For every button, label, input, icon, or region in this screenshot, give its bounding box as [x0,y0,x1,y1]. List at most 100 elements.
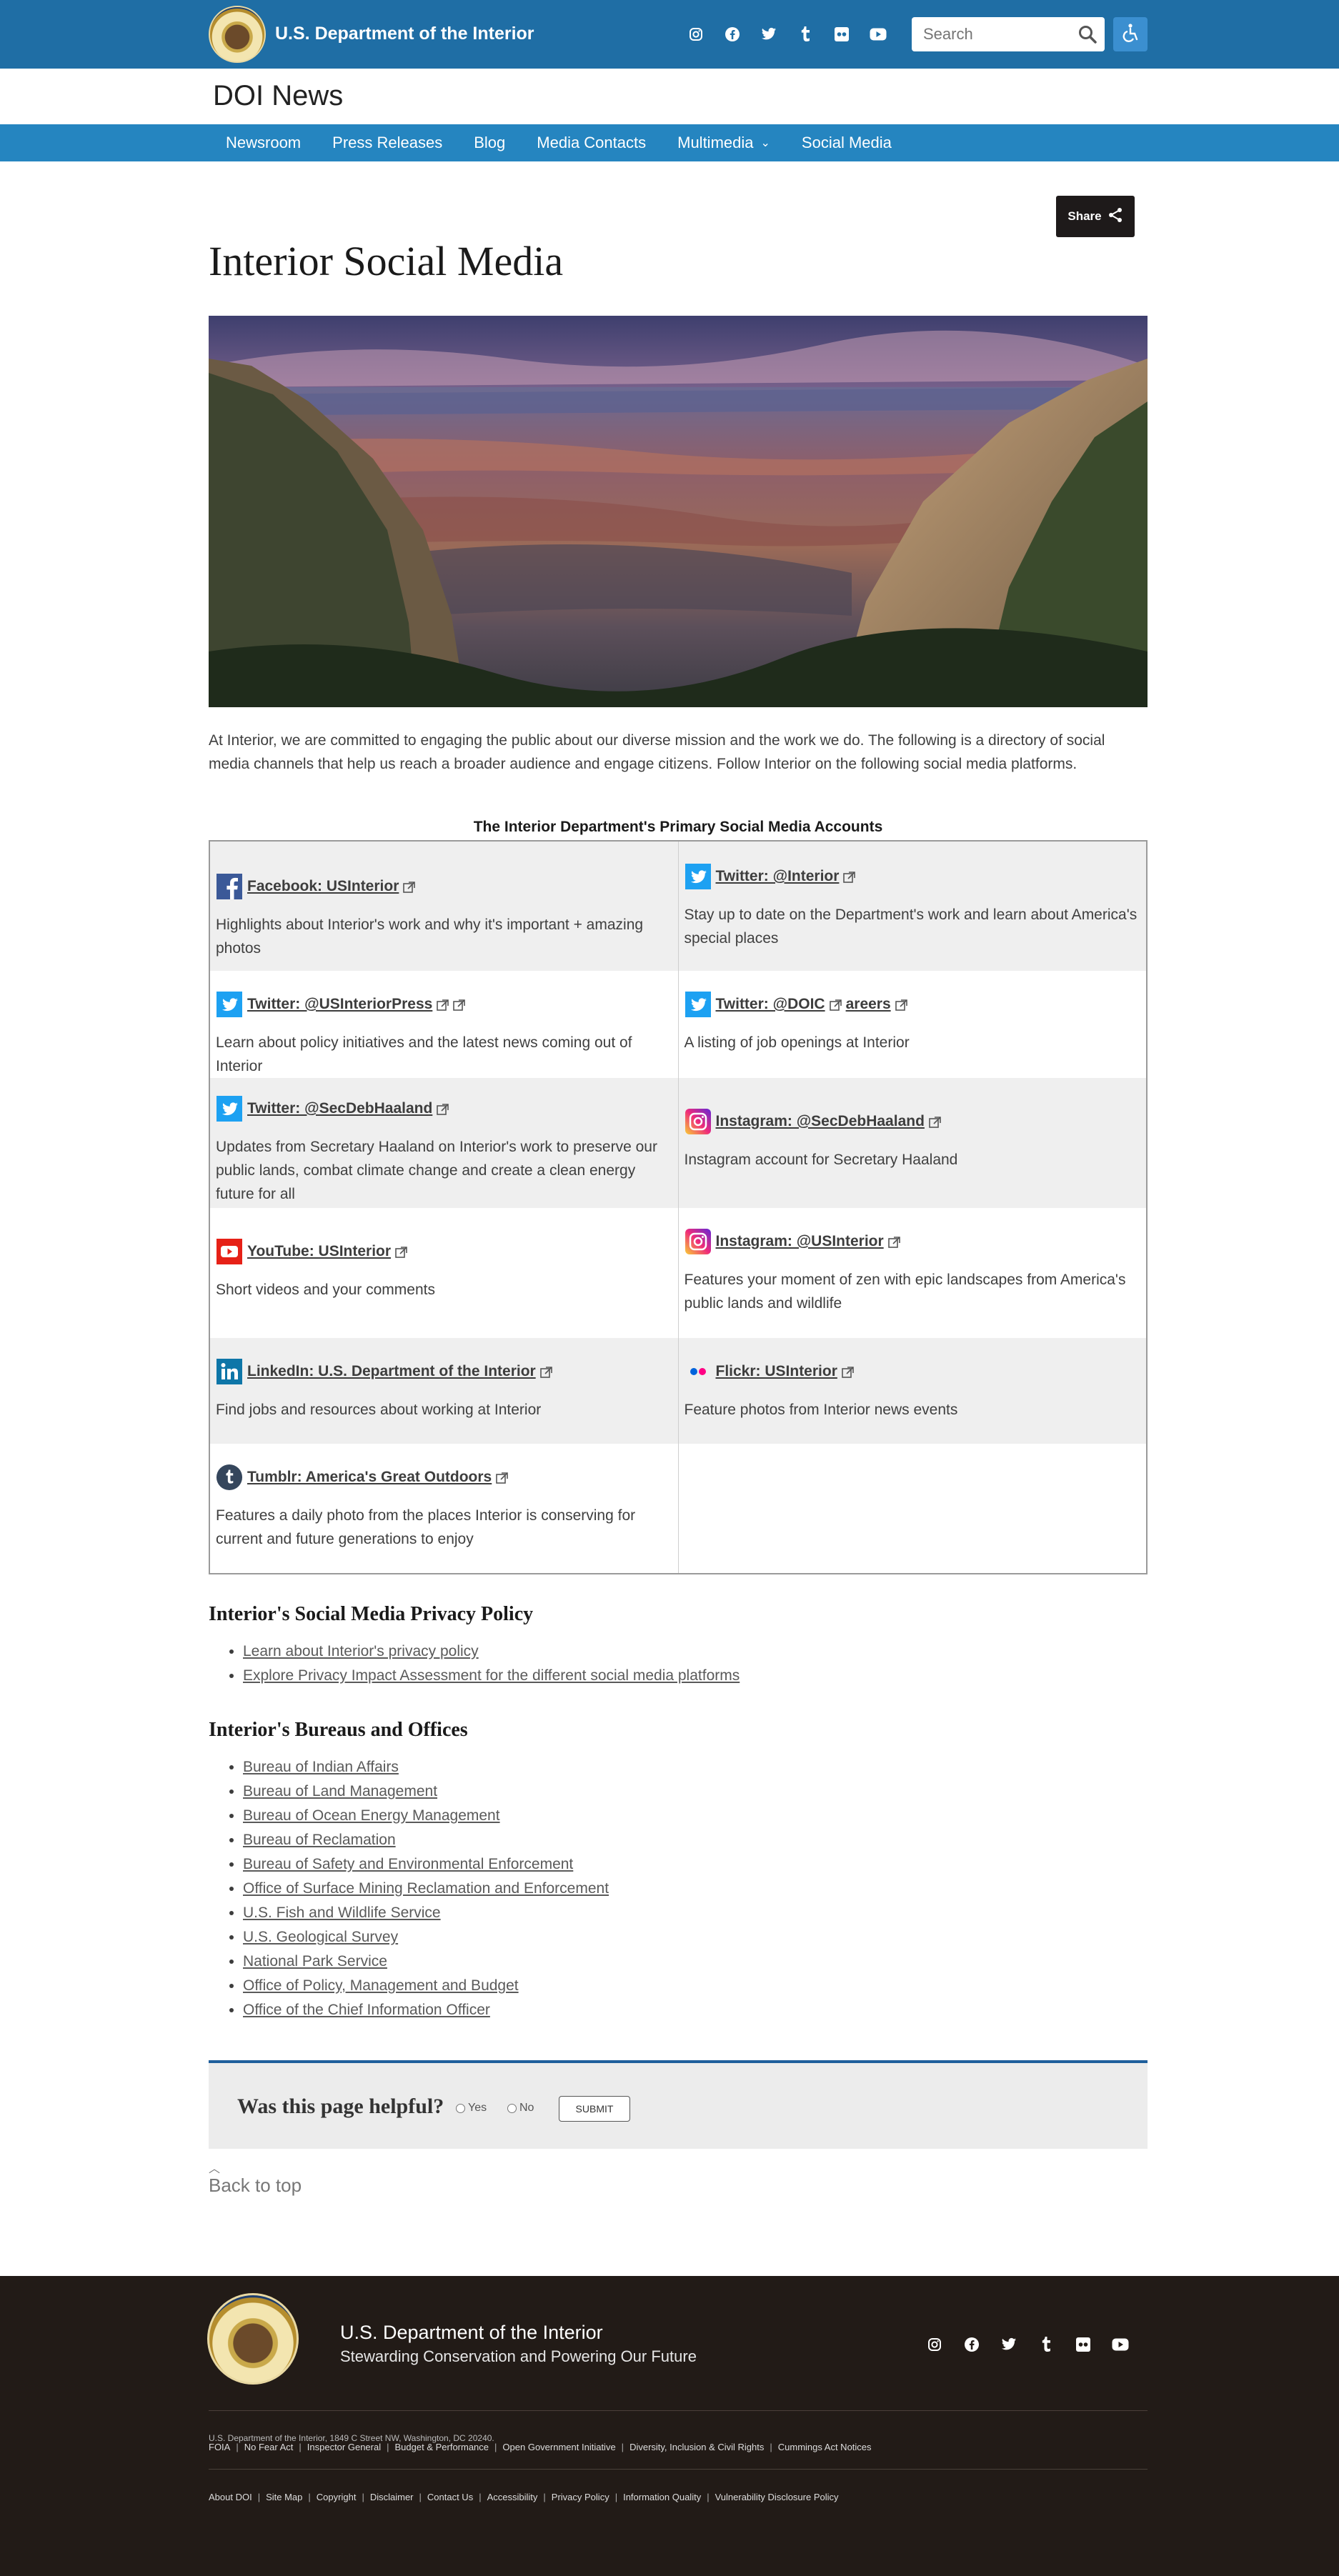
back-to-top-link[interactable]: ︿ Back to top [209,2164,302,2197]
external-link-icon [453,999,466,1011]
accessibility-button[interactable] [1113,17,1148,51]
twitter-icon[interactable] [759,24,779,44]
share-button[interactable]: Share [1056,196,1135,237]
search-icon[interactable] [1077,24,1097,48]
external-link-icon [843,871,856,883]
facebook-account-link[interactable]: Facebook: USInterior [247,878,399,895]
twitter-doic-careers-link[interactable]: areers [846,996,891,1013]
flickr-icon[interactable] [832,24,852,44]
bureau-link[interactable]: Bureau of Indian Affairs [243,1759,399,1775]
feedback-no-option[interactable]: No [507,2102,534,2115]
doi-seal-logo[interactable] [209,6,266,63]
bureau-link[interactable]: Bureau of Reclamation [243,1832,396,1848]
external-link-icon [395,1246,407,1258]
twitter-interior-link[interactable]: Twitter: @Interior [716,868,840,885]
twitter-doic-link[interactable]: Twitter: @DOIC [716,996,825,1013]
bureau-link[interactable]: U.S. Fish and Wildlife Service [243,1904,441,1921]
table-row: Twitter: @SecDebHaaland Updates from Sec… [209,1078,1148,1208]
site-name[interactable]: DOI News [213,80,343,112]
youtube-account-link[interactable]: YouTube: USInterior [247,1243,391,1260]
bureau-link[interactable]: Bureau of Land Management [243,1783,437,1799]
footer-link[interactable]: Disclaimer [370,2492,414,2502]
list-item: Bureau of Reclamation [243,1828,609,1852]
footer-link[interactable]: Diversity, Inclusion & Civil Rights [629,2442,764,2452]
table-cell: LinkedIn: U.S. Department of the Interio… [209,1338,679,1444]
nav-item-multimedia[interactable]: Multimedia ⌄ [662,124,786,161]
feedback-yes-option[interactable]: Yes [456,2102,487,2115]
instagram-usinterior-link[interactable]: Instagram: @USInterior [716,1233,884,1250]
bureau-link[interactable]: Office of Policy, Management and Budget [243,1977,519,1994]
tumblr-account-link[interactable]: Tumblr: America's Great Outdoors [247,1469,492,1486]
footer-link[interactable]: Open Government Initiative [502,2442,615,2452]
footer-link[interactable]: About DOI [209,2492,252,2502]
nav-item-blog[interactable]: Blog [458,124,521,161]
external-link-icon [887,1236,900,1248]
agency-title[interactable]: U.S. Department of the Interior [275,24,534,44]
yes-radio[interactable] [456,2103,465,2113]
footer-link[interactable]: FOIA [209,2442,230,2452]
list-item: U.S. Fish and Wildlife Service [243,1901,609,1925]
twitter-icon[interactable] [999,2335,1019,2355]
footer-link[interactable]: Cummings Act Notices [778,2442,872,2452]
nav-item-press-releases[interactable]: Press Releases [317,124,458,161]
doi-seal-logo[interactable] [207,2293,299,2385]
list-item: Bureau of Land Management [243,1779,609,1804]
twitter-icon [685,863,712,890]
account-description: Features a daily photo from the places I… [216,1507,636,1547]
bureau-link[interactable]: Bureau of Safety and Environmental Enfor… [243,1856,573,1872]
table-cell: Instagram: @USInterior Features your mom… [678,1208,1148,1338]
search-box [912,17,1105,51]
account-description: Feature photos from Interior news events [684,1402,958,1418]
youtube-icon[interactable] [1110,2335,1130,2355]
footer-link[interactable]: Information Quality [623,2492,701,2502]
nav-item-social-media[interactable]: Social Media [786,124,907,161]
footer-link[interactable]: Inspector General [307,2442,381,2452]
linkedin-account-link[interactable]: LinkedIn: U.S. Department of the Interio… [247,1363,536,1380]
footer-link[interactable]: Copyright [317,2492,357,2502]
linkedin-icon [216,1358,243,1385]
footer-link[interactable]: Contact Us [427,2492,473,2502]
bureau-link[interactable]: U.S. Geological Survey [243,1929,398,1945]
bureau-link[interactable]: Office of Surface Mining Reclamation and… [243,1880,609,1897]
footer-link[interactable]: No Fear Act [244,2442,294,2452]
youtube-icon[interactable] [868,24,888,44]
footer-link[interactable]: Vulnerability Disclosure Policy [715,2492,839,2502]
facebook-icon[interactable] [722,24,742,44]
list-item: National Park Service [243,1950,609,1974]
nav-item-newsroom[interactable]: Newsroom [210,124,317,161]
instagram-icon[interactable] [686,24,706,44]
table-cell: Flickr: USInterior Feature photos from I… [678,1338,1148,1444]
footer-link[interactable]: Privacy Policy [552,2492,609,2502]
instagram-secdebhaaland-link[interactable]: Instagram: @SecDebHaaland [716,1113,925,1130]
bureau-link[interactable]: Office of the Chief Information Officer [243,2002,490,2018]
table-cell: Twitter: @DOIC areers A listing of job o… [678,971,1148,1078]
twitter-usinteriorpress-link[interactable]: Twitter: @USInteriorPress [247,996,432,1013]
bureau-link[interactable]: National Park Service [243,1953,387,1970]
privacy-impact-link[interactable]: Explore Privacy Impact Assessment for th… [243,1667,740,1684]
flickr-account-link[interactable]: Flickr: USInterior [716,1363,837,1380]
facebook-icon [216,873,243,900]
table-row: Tumblr: America's Great Outdoors Feature… [209,1444,1148,1574]
twitter-secdebhaaland-link[interactable]: Twitter: @SecDebHaaland [247,1100,432,1117]
external-link-icon [539,1366,552,1378]
no-radio[interactable] [507,2103,517,2113]
instagram-icon[interactable] [925,2335,945,2355]
footer-link[interactable]: Site Map [266,2492,302,2502]
list-item: U.S. Geological Survey [243,1925,609,1950]
external-link-icon [829,999,842,1011]
flickr-icon[interactable] [1073,2335,1093,2355]
list-item: Office of the Chief Information Officer [243,1998,609,2022]
nav-item-media-contacts[interactable]: Media Contacts [521,124,662,161]
footer-link[interactable]: Budget & Performance [395,2442,489,2452]
tumblr-icon[interactable] [1036,2335,1056,2355]
facebook-icon[interactable] [962,2335,982,2355]
external-link-icon [437,1103,449,1115]
bureau-link[interactable]: Bureau of Ocean Energy Management [243,1807,500,1824]
footer-link[interactable]: Accessibility [487,2492,538,2502]
submit-button[interactable]: SUBMIT [559,2096,630,2122]
tumblr-icon [216,1464,243,1491]
privacy-policy-link[interactable]: Learn about Interior's privacy policy [243,1643,479,1659]
search-input[interactable] [912,17,1069,51]
youtube-icon [216,1238,243,1265]
tumblr-icon[interactable] [795,24,815,44]
